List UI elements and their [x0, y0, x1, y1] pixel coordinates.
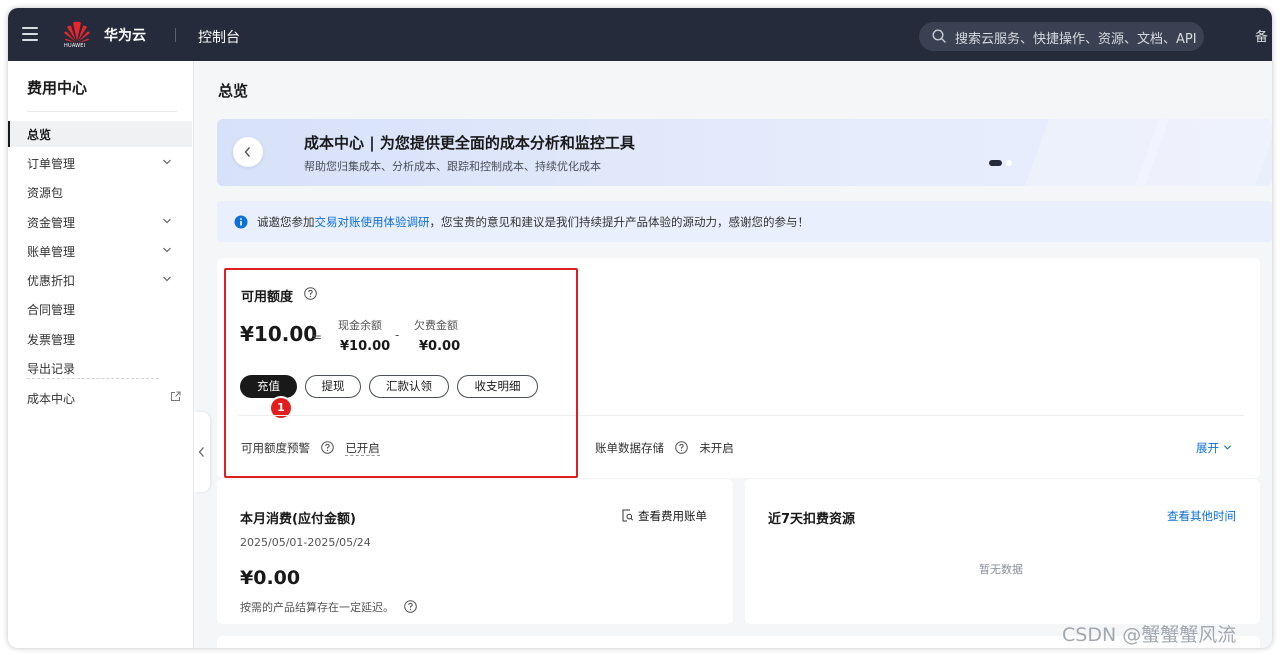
page-title: 总览 — [218, 82, 249, 100]
sidebar-item-label: 订单管理 — [27, 157, 76, 171]
sidebar-divider — [27, 111, 177, 112]
empty-state: 暂无数据 — [979, 563, 1023, 576]
logo-text: HUAWEI — [64, 43, 86, 49]
topbar-more-link[interactable]: 备 — [1255, 26, 1272, 45]
console-window: HUAWEI 华为云 控制台 搜索云服务、快捷操作、资源、文档、API 备 费用… — [8, 8, 1272, 648]
monthly-consumption-card: 本月消费(应付金额) 查看费用账单 2025/05/01-2025/05/24 … — [217, 479, 733, 624]
sidebar-item-label: 成本中心 — [27, 392, 76, 406]
expand-label: 展开 — [1196, 441, 1219, 455]
sidebar-item-label: 资金管理 — [27, 216, 76, 230]
chevron-down-icon — [1223, 445, 1231, 450]
notice-suffix: ，您宝贵的意见和建议是我们持续提升产品体验的源动力，感谢您的参与！ — [429, 215, 810, 229]
monthly-amount: ¥0.00 — [240, 567, 301, 589]
banner-prev-button[interactable] — [233, 137, 263, 167]
expand-link[interactable]: 展开 — [1196, 440, 1232, 456]
view-bill-label: 查看费用账单 — [638, 509, 707, 523]
sidebar-item-label: 账单管理 — [27, 245, 76, 259]
notice-prefix: 诚邀您参加 — [257, 215, 315, 229]
sidebar-item-label: 优惠折扣 — [27, 274, 76, 288]
highlight-box — [224, 268, 578, 478]
sidebar-title: 费用中心 — [27, 79, 88, 97]
menu-icon[interactable] — [22, 27, 38, 41]
sidebar-collapse-handle[interactable] — [194, 412, 210, 492]
banner-indicator[interactable] — [1006, 160, 1012, 166]
banner-title: 成本中心 | 为您提供更全面的成本分析和监控工具 — [304, 134, 635, 152]
view-bill-link[interactable]: 查看费用账单 — [621, 508, 707, 524]
date-range: 2025/05/01-2025/05/24 — [240, 536, 371, 549]
help-icon[interactable] — [403, 600, 417, 613]
bill-storage-label: 账单数据存储 — [595, 441, 664, 455]
sidebar-item-discounts[interactable]: 优惠折扣 — [8, 267, 192, 293]
promo-banner[interactable]: 成本中心 | 为您提供更全面的成本分析和监控工具 帮助您归集成本、分析成本、跟踪… — [217, 119, 1272, 186]
sidebar-item-cost-center[interactable]: 成本中心 — [8, 385, 192, 411]
monthly-title: 本月消费(应付金额) — [240, 512, 356, 527]
notice-text: 诚邀您参加交易对账使用体验调研，您宝贵的意见和建议是我们持续提升产品体验的源动力… — [257, 214, 809, 230]
recent-charges-card: 近7天扣费资源 查看其他时间 暂无数据 — [745, 479, 1260, 624]
survey-link[interactable]: 交易对账使用体验调研 — [315, 215, 430, 229]
bill-storage-row: 账单数据存储 未开启 — [595, 440, 734, 456]
chevron-left-icon — [244, 147, 251, 157]
settlement-note-text: 按需的产品结算存在一定延迟。 — [240, 601, 394, 614]
sidebar-item-label: 发票管理 — [27, 333, 76, 347]
sidebar-item-orders[interactable]: 订单管理 — [8, 150, 192, 176]
top-bar: HUAWEI 华为云 控制台 搜索云服务、快捷操作、资源、文档、API 备 — [8, 8, 1272, 61]
sidebar-item-invoices[interactable]: 发票管理 — [8, 326, 192, 352]
external-link-icon — [171, 391, 181, 401]
help-icon[interactable] — [674, 441, 688, 454]
search-placeholder: 搜索云服务、快捷操作、资源、文档、API — [955, 32, 1197, 47]
survey-notice: 诚邀您参加交易对账使用体验调研，您宝贵的意见和建议是我们持续提升产品体验的源动力… — [217, 201, 1272, 242]
sidebar-item-label: 总览 — [27, 128, 52, 142]
global-search-input[interactable]: 搜索云服务、快捷操作、资源、文档、API — [919, 22, 1204, 51]
view-other-time-link[interactable]: 查看其他时间 — [1167, 508, 1236, 524]
chevron-left-icon — [198, 447, 204, 457]
sidebar-item-contracts[interactable]: 合同管理 — [8, 296, 192, 322]
sidebar-item-overview[interactable]: 总览 — [8, 121, 192, 147]
sidebar-item-label: 资源包 — [27, 186, 64, 200]
sidebar-item-label: 合同管理 — [27, 303, 76, 317]
brand-name[interactable]: 华为云 — [104, 25, 146, 45]
bill-search-icon — [622, 509, 634, 522]
banner-decoration — [1134, 119, 1272, 186]
console-link[interactable]: 控制台 — [198, 27, 240, 47]
sidebar: 费用中心 总览 订单管理 资源包 资金管理 账单管理 优惠折扣 合同管理 发票管… — [8, 61, 194, 648]
recent-title: 近7天扣费资源 — [768, 512, 856, 527]
sidebar-item-funds[interactable]: 资金管理 — [8, 209, 192, 235]
sidebar-item-bills[interactable]: 账单管理 — [8, 238, 192, 264]
chevron-down-icon — [163, 218, 171, 224]
banner-subtitle: 帮助您归集成本、分析成本、跟踪和控制成本、持续优化成本 — [304, 160, 601, 173]
chevron-down-icon — [163, 159, 171, 165]
settlement-note: 按需的产品结算存在一定延迟。 — [240, 599, 417, 615]
bill-storage-status: 未开启 — [699, 441, 734, 455]
sidebar-item-label: 导出记录 — [27, 362, 76, 376]
watermark: CSDN @蟹蟹蟹风流 — [1062, 624, 1237, 646]
search-icon — [932, 29, 946, 43]
chevron-down-icon — [163, 276, 171, 282]
chevron-down-icon — [163, 247, 171, 253]
topbar-divider — [175, 28, 176, 42]
sidebar-separator — [27, 378, 159, 379]
banner-indicator-active[interactable] — [989, 160, 1002, 166]
info-icon — [234, 215, 248, 229]
sidebar-item-packages[interactable]: 资源包 — [8, 179, 192, 205]
